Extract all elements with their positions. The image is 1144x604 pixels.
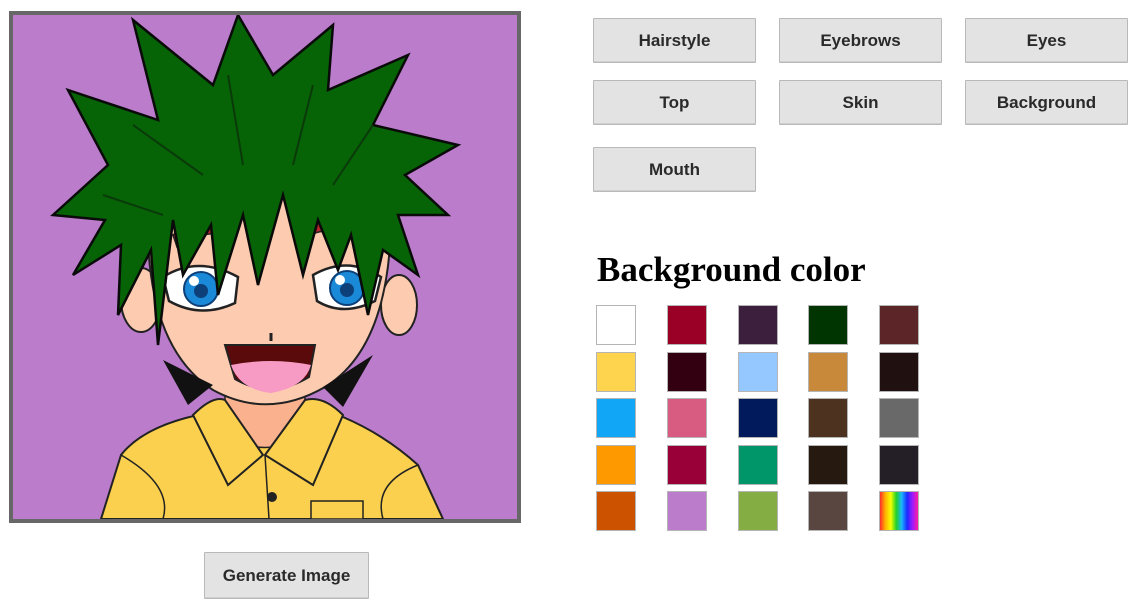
color-swatch[interactable] <box>737 305 778 345</box>
color-swatch[interactable] <box>596 305 636 345</box>
color-swatch[interactable] <box>737 398 778 438</box>
color-swatch[interactable] <box>596 351 636 392</box>
color-swatch[interactable] <box>879 305 919 345</box>
color-swatch-grid <box>596 305 926 535</box>
color-swatch[interactable] <box>808 305 849 345</box>
color-swatch[interactable] <box>808 444 849 485</box>
color-swatch[interactable] <box>808 351 849 392</box>
color-swatch[interactable] <box>737 491 778 531</box>
avatar-eye-left <box>161 264 240 312</box>
color-swatch[interactable] <box>666 444 707 485</box>
hairstyle-button[interactable]: Hairstyle <box>593 18 756 63</box>
skin-button[interactable]: Skin <box>779 80 942 125</box>
color-swatch[interactable] <box>666 491 707 531</box>
avatar-illustration <box>13 15 517 519</box>
eyebrows-button[interactable]: Eyebrows <box>779 18 942 63</box>
color-swatch[interactable] <box>666 305 707 345</box>
panel-title: Background color <box>597 250 866 289</box>
background-button[interactable]: Background <box>965 80 1128 125</box>
color-swatch[interactable] <box>596 444 636 485</box>
color-swatch[interactable] <box>737 444 778 485</box>
color-swatch[interactable] <box>808 398 849 438</box>
color-swatch[interactable] <box>737 351 778 392</box>
color-swatch[interactable] <box>666 351 707 392</box>
color-swatch[interactable] <box>666 398 707 438</box>
color-swatch[interactable] <box>808 491 849 531</box>
eyes-button[interactable]: Eyes <box>965 18 1128 63</box>
color-swatch[interactable] <box>879 351 919 392</box>
top-button[interactable]: Top <box>593 80 756 125</box>
color-swatch[interactable] <box>596 398 636 438</box>
color-swatch[interactable] <box>879 444 919 485</box>
generate-image-button[interactable]: Generate Image <box>204 552 369 599</box>
color-swatch[interactable] <box>879 398 919 438</box>
mouth-button[interactable]: Mouth <box>593 147 756 192</box>
color-swatch[interactable] <box>879 491 919 531</box>
avatar-preview <box>9 11 521 523</box>
color-swatch[interactable] <box>596 491 636 531</box>
